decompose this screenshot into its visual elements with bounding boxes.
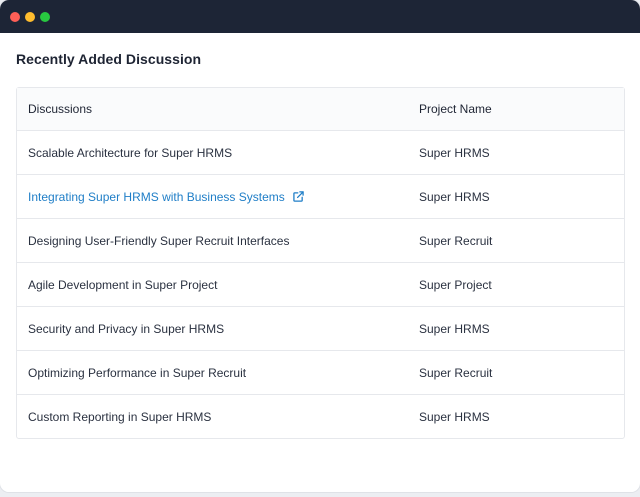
project-name: Super Recruit [419,233,493,248]
table-row[interactable]: Optimizing Performance in Super Recruit … [17,350,624,394]
table-row[interactable]: Scalable Architecture for Super HRMS Sup… [17,130,624,174]
external-link-icon[interactable] [293,191,304,202]
section-title: Recently Added Discussion [16,51,202,67]
window-titlebar [0,0,640,33]
discussion-link-cell: Integrating Super HRMS with Business Sys… [28,190,304,204]
project-name: Super Recruit [419,365,493,380]
column-header-project-name: Project Name [419,102,492,116]
column-header-discussions: Discussions [28,102,93,116]
discussion-title: Designing User-Friendly Super Recruit In… [28,233,290,248]
app-window: Recently Added Discussion Discussions Pr… [0,0,640,492]
discussion-title: Scalable Architecture for Super HRMS [28,145,233,160]
close-window-button[interactable] [10,12,20,22]
discussion-title: Agile Development in Super Project [28,277,218,292]
project-name: Super HRMS [419,321,490,336]
table-row[interactable]: Security and Privacy in Super HRMS Super… [17,306,624,350]
table-header-row: Discussions Project Name [17,88,624,130]
minimize-window-button[interactable] [25,12,35,22]
maximize-window-button[interactable] [40,12,50,22]
project-name: Super HRMS [419,189,490,204]
project-name: Super HRMS [419,409,490,424]
discussion-title: Security and Privacy in Super HRMS [28,321,225,336]
discussion-title: Optimizing Performance in Super Recruit [28,365,247,380]
discussion-title: Custom Reporting in Super HRMS [28,409,212,424]
table-row[interactable]: Agile Development in Super Project Super… [17,262,624,306]
discussion-table: Discussions Project Name Scalable Archit… [16,87,625,439]
table-row[interactable]: Designing User-Friendly Super Recruit In… [17,218,624,262]
project-name: Super HRMS [419,145,490,160]
discussion-link[interactable]: Integrating Super HRMS with Business Sys… [28,190,285,204]
main-content: Recently Added Discussion Discussions Pr… [6,33,634,492]
table-row[interactable]: Custom Reporting in Super HRMS Super HRM… [17,394,624,438]
table-row[interactable]: Integrating Super HRMS with Business Sys… [17,174,624,218]
project-name: Super Project [419,277,492,292]
